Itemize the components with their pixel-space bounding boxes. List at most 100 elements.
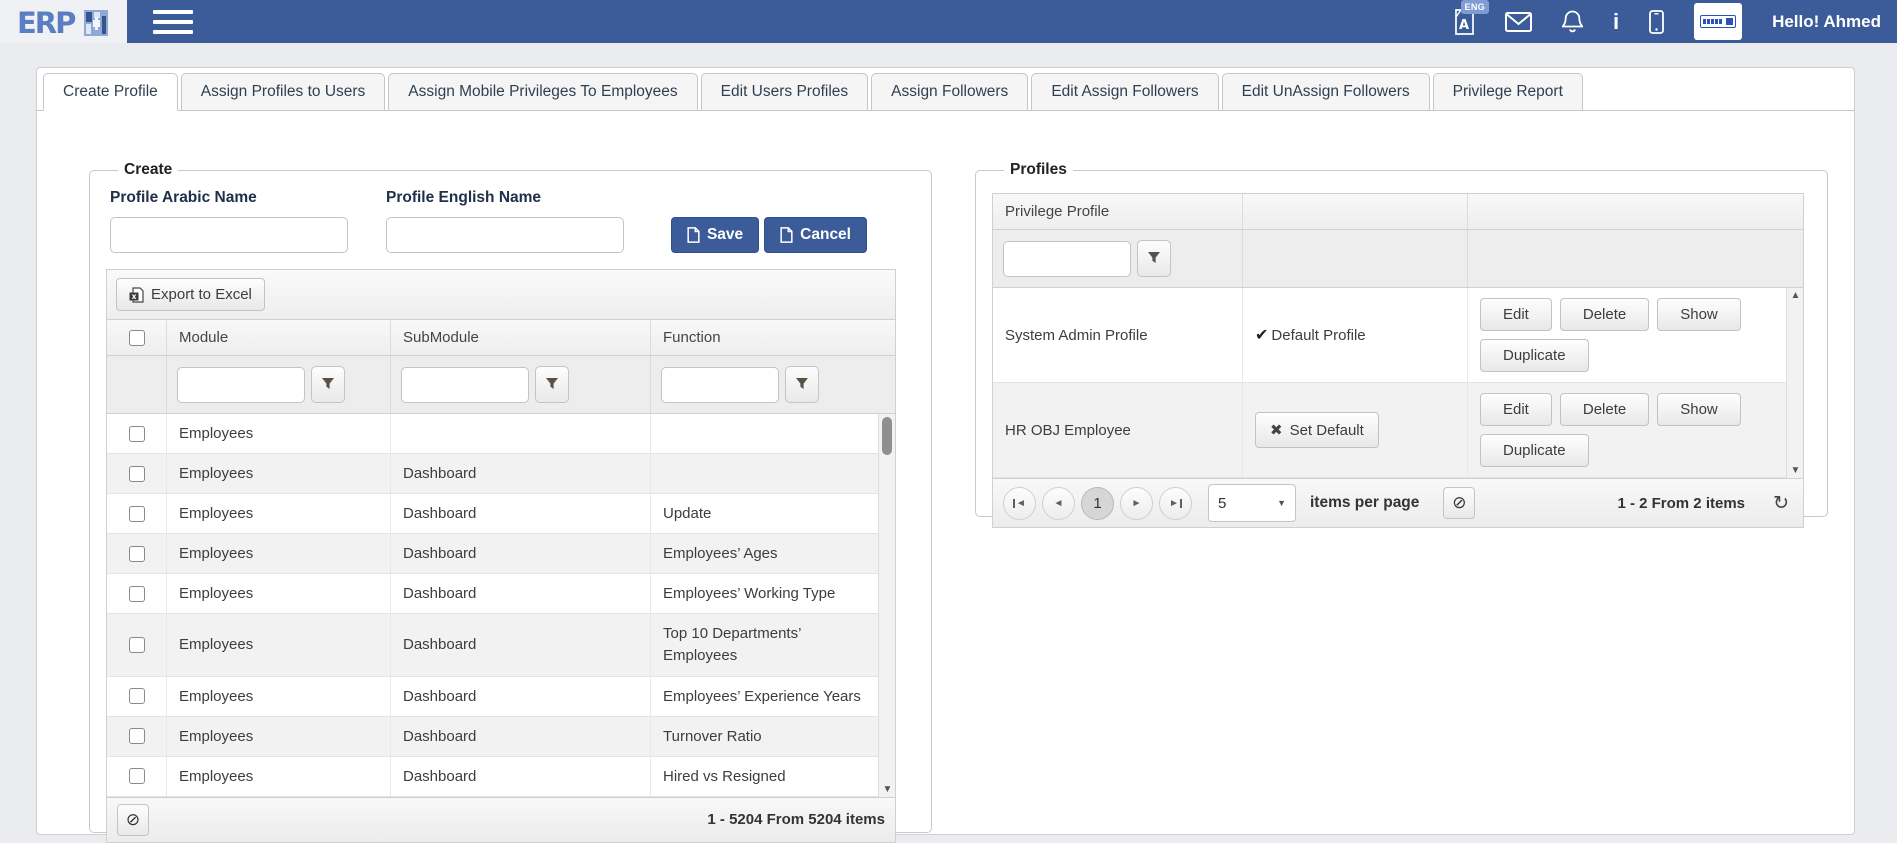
duplicate-button[interactable]: Duplicate [1480,434,1589,467]
scroll-down-icon[interactable]: ▼ [879,784,896,795]
check-icon: ✔ [1255,325,1268,345]
main-panel: Create Profile Assign Profiles to Users … [36,67,1855,835]
module-filter-input[interactable] [177,367,305,403]
edit-button[interactable]: Edit [1480,393,1552,426]
row-checkbox[interactable] [129,546,145,562]
tab-edit-assign-followers[interactable]: Edit Assign Followers [1031,73,1218,111]
row-checkbox[interactable] [129,586,145,602]
row-checkbox[interactable] [129,728,145,744]
menu-hamburger-icon[interactable] [153,10,193,34]
svg-text:ERP: ERP [17,6,76,38]
show-button[interactable]: Show [1657,393,1741,426]
create-legend: Create [118,161,178,179]
table-row[interactable]: Employees Dashboard Employees’ Ages [107,534,878,574]
pager-prev-button[interactable]: ◄ [1042,487,1075,520]
export-to-excel-button[interactable]: x Export to Excel [116,278,265,311]
module-filter-icon[interactable] [311,366,345,403]
company-logo-avatar[interactable] [1694,3,1742,40]
profile-name: HR OBJ Employee [993,383,1243,477]
table-row[interactable]: Employees [107,414,878,454]
vertical-scrollbar[interactable]: ▼ [878,414,895,797]
chevron-down-icon: ▼ [1277,498,1286,508]
clear-filters-button[interactable]: ⊘ [117,804,149,836]
edit-button[interactable]: Edit [1480,298,1552,331]
submodule-filter-input[interactable] [401,367,529,403]
function-filter-input[interactable] [661,367,779,403]
row-checkbox[interactable] [129,466,145,482]
profiles-rows: System Admin Profile ✔ Default Profile E… [993,288,1803,478]
tab-assign-followers[interactable]: Assign Followers [871,73,1028,111]
notifications-bell-icon[interactable] [1562,10,1583,34]
row-checkbox[interactable] [129,768,145,784]
pager-last-button[interactable]: ► [1159,487,1192,520]
pager-first-button[interactable]: ◄ [1003,487,1036,520]
privilege-profile-filter-icon[interactable] [1137,240,1171,277]
tab-edit-unassign-followers[interactable]: Edit UnAssign Followers [1222,73,1430,111]
table-row[interactable]: Employees Dashboard Employees’ Working T… [107,574,878,614]
file-icon [780,227,793,243]
table-row[interactable]: Employees Dashboard Update [107,494,878,534]
profiles-section: Profiles Privilege Profile Sys [975,161,1828,517]
select-all-checkbox[interactable] [129,330,145,346]
arabic-name-label: Profile Arabic Name [110,189,348,207]
clear-filters-button[interactable]: ⊘ [1443,487,1475,519]
table-row[interactable]: Employees Dashboard [107,454,878,494]
save-button[interactable]: Save [671,217,759,253]
arabic-name-input[interactable] [110,217,348,253]
tab-assign-profiles-to-users[interactable]: Assign Profiles to Users [181,73,386,111]
tab-create-profile[interactable]: Create Profile [43,73,178,111]
row-checkbox[interactable] [129,688,145,704]
delete-button[interactable]: Delete [1560,393,1649,426]
row-checkbox[interactable] [129,637,145,653]
privilege-profile-filter-input[interactable] [1003,241,1131,277]
default-profile-badge: ✔ Default Profile [1255,325,1366,345]
set-default-button[interactable]: ✖ Set Default [1255,412,1379,448]
pager-page-1[interactable]: 1 [1081,487,1114,520]
pager-summary: 1 - 2 From 2 items [1617,495,1745,512]
language-badge: ENG [1461,0,1489,14]
top-bar: ERP A ENG [0,0,1897,43]
erp-logo-icon: ERP [16,6,112,38]
pager-next-button[interactable]: ► [1120,487,1153,520]
profile-row[interactable]: HR OBJ Employee ✖ Set Default Edit Delet… [993,383,1786,478]
mail-icon[interactable] [1505,12,1532,32]
cancel-button[interactable]: Cancel [764,217,867,253]
profiles-pager: ◄ ◄ 1 ► ► 5 ▼ items per page ⊘ 1 - 2 [993,478,1803,527]
top-right-icons: A ENG i [1453,3,1897,40]
table-row[interactable]: Employees Dashboard Turnover Ratio [107,717,878,757]
table-row[interactable]: Employees Dashboard Top 10 Departments’ … [107,614,878,677]
company-logo [1700,15,1736,28]
scroll-up-icon[interactable]: ▲ [1787,290,1804,301]
row-checkbox[interactable] [129,506,145,522]
function-filter-icon[interactable] [785,366,819,403]
create-section: Create Profile Arabic Name Profile Engli… [89,161,932,833]
refresh-icon[interactable]: ↻ [1773,494,1789,513]
english-name-input[interactable] [386,217,624,253]
table-row[interactable]: Employees Dashboard Employees’ Experienc… [107,677,878,717]
x-icon: ✖ [1270,421,1283,439]
profiles-header-row: Privilege Profile [993,194,1803,230]
app-logo[interactable]: ERP [0,0,127,43]
english-name-label: Profile English Name [386,189,624,207]
profile-row[interactable]: System Admin Profile ✔ Default Profile E… [993,288,1786,383]
grid-summary: 1 - 5204 From 5204 items [707,811,885,828]
scrollbar-thumb[interactable] [882,417,892,455]
row-checkbox[interactable] [129,426,145,442]
functions-grid: x Export to Excel Module SubModule Funct… [106,269,896,843]
delete-button[interactable]: Delete [1560,298,1649,331]
tab-assign-mobile-privileges[interactable]: Assign Mobile Privileges To Employees [388,73,697,111]
scroll-down-icon[interactable]: ▼ [1787,465,1804,476]
show-button[interactable]: Show [1657,298,1741,331]
info-icon[interactable]: i [1613,11,1619,33]
language-icon[interactable]: A ENG [1453,9,1475,35]
mobile-icon[interactable] [1649,10,1664,34]
column-header-function: Function [651,320,895,355]
tab-privilege-report[interactable]: Privilege Report [1433,73,1583,111]
page-size-select[interactable]: 5 ▼ [1208,484,1296,522]
tab-edit-users-profiles[interactable]: Edit Users Profiles [701,73,868,111]
create-form: Profile Arabic Name Profile English Name… [110,189,931,253]
vertical-scrollbar[interactable]: ▲ ▼ [1786,288,1803,478]
submodule-filter-icon[interactable] [535,366,569,403]
duplicate-button[interactable]: Duplicate [1480,339,1589,372]
table-row[interactable]: Employees Dashboard Hired vs Resigned [107,757,878,797]
